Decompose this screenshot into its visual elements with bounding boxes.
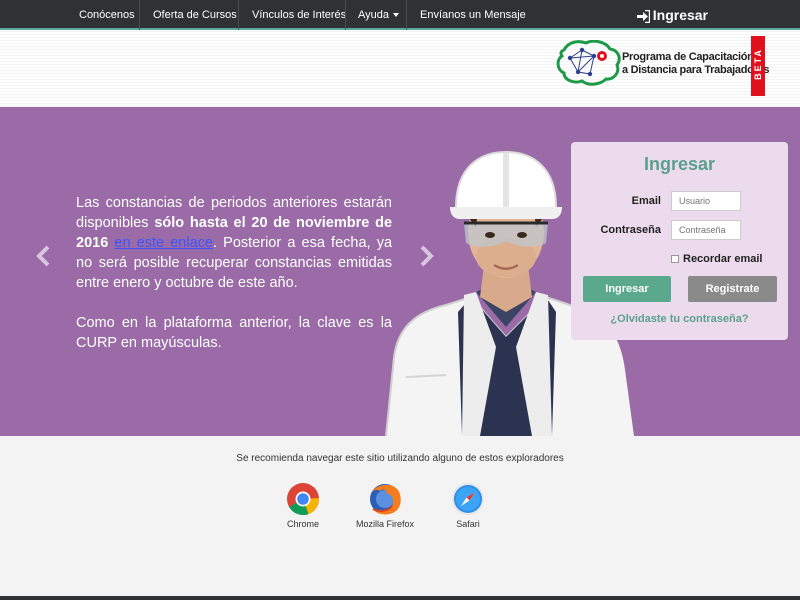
email-label: Email (631, 195, 661, 207)
nav-item-envianos-mensaje[interactable]: Envíanos un Mensaje (408, 0, 538, 30)
password-field[interactable] (671, 220, 741, 240)
browser-safari-label: Safari (456, 519, 480, 529)
browser-chrome[interactable]: Chrome (263, 482, 343, 529)
password-label: Contraseña (600, 224, 661, 236)
login-title: Ingresar (643, 154, 716, 174)
chrome-icon (287, 483, 319, 516)
beta-label: BETA (753, 48, 763, 80)
hero-message: Las constancias de periodos anteriores e… (76, 193, 392, 373)
browser-firefox-label: Mozilla Firefox (355, 519, 414, 529)
nav-item-ayuda-label: Ayuda (358, 9, 389, 21)
logo-text: Programa de Capacitación a Distancia par… (622, 51, 770, 77)
remember-email-checkbox[interactable] (671, 255, 679, 264)
safari-icon (452, 483, 484, 515)
nav-divider (238, 0, 239, 30)
remember-email-label: Recordar email (683, 253, 763, 265)
caret-down-icon (393, 13, 399, 18)
firefox-icon (370, 484, 401, 515)
browser-safari[interactable]: Safari (428, 482, 508, 529)
remember-email-row[interactable]: Recordar email (671, 253, 762, 265)
header-band: Programa de Capacitación a Distancia par… (0, 30, 800, 106)
nav-item-ayuda-dropdown[interactable]: Ayuda (346, 0, 411, 30)
email-field[interactable] (671, 191, 741, 211)
nav-item-conocenos[interactable]: Conócenos (67, 0, 147, 30)
browser-recommendation-text: Se recomienda navegar este sitio utiliza… (236, 453, 564, 464)
login-submit-button[interactable]: Ingresar (583, 276, 671, 302)
footer-bar (0, 596, 800, 600)
browser-firefox[interactable]: Mozilla Firefox (345, 482, 425, 529)
carousel-prev-icon[interactable] (36, 245, 52, 267)
browser-chrome-label: Chrome (286, 519, 319, 529)
nav-divider (406, 0, 407, 30)
hero-paragraph-1: Las constancias de periodos anteriores e… (76, 193, 392, 293)
logo-line-2: a Distancia para Trabajadores (622, 64, 770, 76)
header-login-link[interactable]: Ingresar (636, 0, 708, 30)
top-navbar: Conócenos Oferta de Cursos Vínculos de I… (0, 0, 800, 30)
program-logo-icon[interactable] (556, 40, 622, 86)
nav-item-vinculos[interactable]: Vínculos de Interés (240, 0, 358, 30)
header-login-label: Ingresar (652, 7, 708, 23)
login-panel: Ingresar Email Contraseña Recordar email… (571, 142, 788, 340)
beta-badge: BETA (751, 36, 765, 96)
logo-line-1: Programa de Capacitación (622, 51, 754, 63)
forgot-password-link[interactable]: ¿Olvidaste tu contraseña? (571, 313, 788, 325)
sign-in-icon (636, 9, 650, 23)
constancias-link[interactable]: en este enlace (114, 235, 213, 251)
register-button[interactable]: Registrate (688, 276, 777, 302)
nav-item-oferta-cursos[interactable]: Oferta de Cursos (141, 0, 249, 30)
nav-divider (139, 0, 140, 30)
hero-paragraph-2: Como en la plataforma anterior, la clave… (76, 315, 392, 351)
